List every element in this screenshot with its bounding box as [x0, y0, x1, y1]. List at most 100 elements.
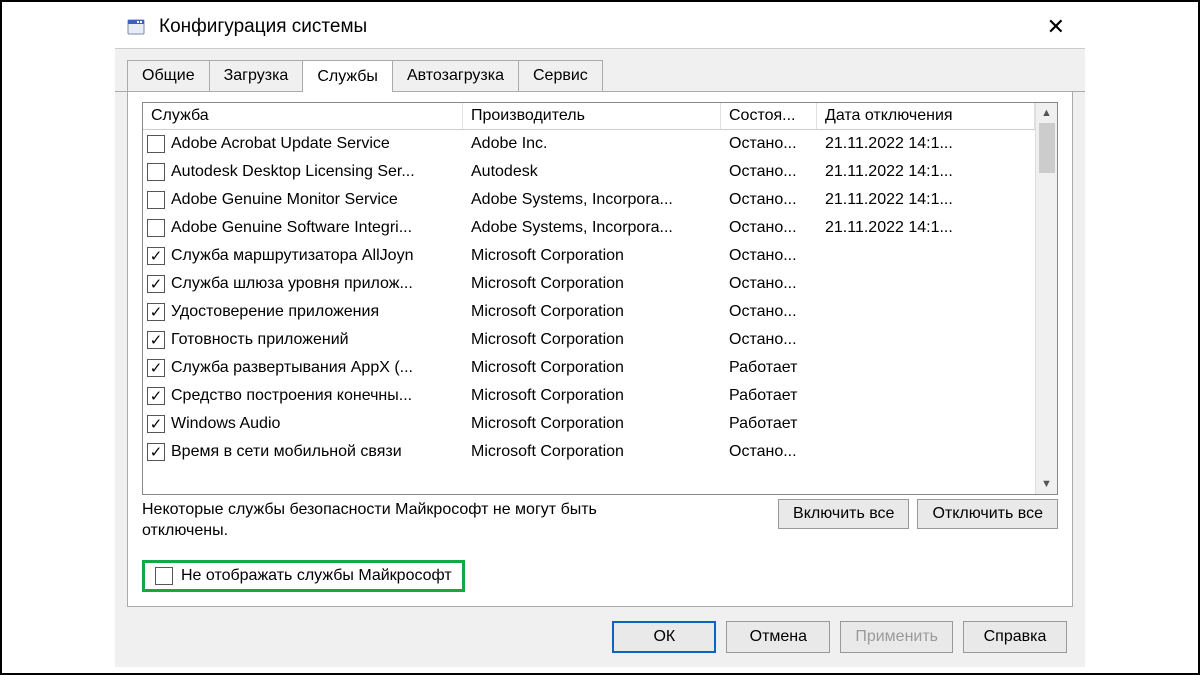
- date-cell: 21.11.2022 14:1...: [817, 217, 1035, 239]
- service-name: Средство построения конечны...: [171, 387, 412, 405]
- status-cell: Остано...: [721, 217, 817, 239]
- scroll-thumb[interactable]: [1039, 123, 1055, 173]
- service-name: Время в сети мобильной связи: [171, 443, 402, 461]
- tab-startup[interactable]: Автозагрузка: [392, 60, 519, 91]
- table-row[interactable]: Adobe Genuine Software Integri... Adobe S…: [143, 214, 1035, 242]
- service-name: Служба шлюза уровня прилож...: [171, 275, 413, 293]
- date-cell: [817, 282, 1035, 286]
- cancel-button[interactable]: Отмена: [726, 621, 830, 653]
- maker-cell: Microsoft Corporation: [463, 329, 721, 351]
- hide-microsoft-label: Не отображать службы Майкрософт: [181, 567, 452, 585]
- date-cell: 21.11.2022 14:1...: [817, 133, 1035, 155]
- maker-cell: Microsoft Corporation: [463, 245, 721, 267]
- table-row[interactable]: ✓Служба развертывания AppX (...Microsoft…: [143, 354, 1035, 382]
- date-cell: [817, 254, 1035, 258]
- date-cell: 21.11.2022 14:1...: [817, 189, 1035, 211]
- status-cell: Остано...: [721, 245, 817, 267]
- maker-cell: Microsoft Corporation: [463, 301, 721, 323]
- service-name: Adobe Genuine Software Integri...: [171, 219, 412, 237]
- close-button[interactable]: ✕: [1037, 14, 1075, 40]
- table-row[interactable]: ✓ Готовность приложений Microsoft Corporat…: [143, 326, 1035, 354]
- service-name: Adobe Genuine Monitor Service: [171, 191, 398, 209]
- service-name: Служба маршрутизатора AllJoyn: [171, 247, 413, 265]
- msconfig-window: Конфигурация системы ✕ Общие Загрузка Сл…: [115, 8, 1085, 667]
- row-checkbox[interactable]: ✓: [147, 443, 165, 461]
- maker-cell: Microsoft Corporation: [463, 385, 721, 407]
- table-row[interactable]: ✓Windows AudioMicrosoft CorporationРабот…: [143, 410, 1035, 438]
- apply-button[interactable]: Применить: [840, 621, 953, 653]
- status-cell: Остано...: [721, 441, 817, 463]
- status-cell: Работает: [721, 357, 817, 379]
- status-cell: Остано...: [721, 329, 817, 351]
- service-name: Autodesk Desktop Licensing Ser...: [171, 163, 415, 181]
- help-button[interactable]: Справка: [963, 621, 1067, 653]
- col-header-date[interactable]: Дата отключения: [817, 103, 1035, 129]
- row-checkbox[interactable]: ✓: [147, 247, 165, 265]
- row-checkbox[interactable]: [147, 163, 165, 181]
- table-row[interactable]: Autodesk Desktop Licensing Ser... Autodes…: [143, 158, 1035, 186]
- table-row[interactable]: ✓ Средство построения конечны... Microsoft…: [143, 382, 1035, 410]
- service-name: Готовность приложений: [171, 331, 349, 349]
- table-row[interactable]: ✓ Служба шлюза уровня прилож... Microsoft …: [143, 270, 1035, 298]
- tab-general[interactable]: Общие: [127, 60, 210, 91]
- row-checkbox[interactable]: [147, 191, 165, 209]
- row-checkbox[interactable]: [147, 135, 165, 153]
- app-icon: [125, 16, 147, 38]
- column-headers: Служба Производитель Состоя... Дата откл…: [143, 103, 1035, 130]
- date-cell: [817, 450, 1035, 454]
- status-cell: Остано...: [721, 273, 817, 295]
- date-cell: [817, 394, 1035, 398]
- tabstrip: Общие Загрузка Службы Автозагрузка Серви…: [115, 59, 1085, 92]
- service-name: Служба развертывания AppX (...: [171, 359, 413, 377]
- table-row[interactable]: ✓Время в сети мобильной связиMicrosoft C…: [143, 438, 1035, 466]
- table-row[interactable]: ✓ Удостоверение приложения Microsoft Corpo…: [143, 298, 1035, 326]
- row-checkbox[interactable]: ✓: [147, 275, 165, 293]
- service-name: Windows Audio: [171, 415, 280, 433]
- maker-cell: Autodesk: [463, 161, 721, 183]
- col-header-status[interactable]: Состоя...: [721, 103, 817, 129]
- ok-button[interactable]: ОК: [612, 621, 716, 653]
- maker-cell: Adobe Systems, Incorpora...: [463, 189, 721, 211]
- row-checkbox[interactable]: [147, 219, 165, 237]
- dialog-buttons: ОК Отмена Применить Справка: [115, 607, 1085, 667]
- scroll-down-icon[interactable]: ▼: [1036, 474, 1057, 494]
- hide-microsoft-checkbox[interactable]: Не отображать службы Майкрософт: [142, 560, 465, 592]
- maker-cell: Adobe Inc.: [463, 133, 721, 155]
- services-rows: Adobe Acrobat Update ServiceAdobe Inc.Ос…: [143, 130, 1035, 494]
- security-note: Некоторые службы безопасности Майкрософт…: [142, 499, 682, 542]
- scroll-up-icon[interactable]: ▲: [1036, 103, 1057, 123]
- tab-boot[interactable]: Загрузка: [209, 60, 304, 91]
- date-cell: 21.11.2022 14:1...: [817, 161, 1035, 183]
- vertical-scrollbar[interactable]: ▲ ▼: [1035, 103, 1057, 494]
- row-checkbox[interactable]: ✓: [147, 359, 165, 377]
- table-row[interactable]: Adobe Genuine Monitor Service Adobe Syste…: [143, 186, 1035, 214]
- checkbox-icon[interactable]: [155, 567, 173, 585]
- date-cell: [817, 422, 1035, 426]
- table-row[interactable]: ✓ Служба маршрутизатора AllJoyn Microsoft …: [143, 242, 1035, 270]
- disable-all-button[interactable]: Отключить все: [917, 499, 1058, 529]
- tab-content-services: Служба Производитель Состоя... Дата откл…: [127, 92, 1073, 607]
- date-cell: [817, 338, 1035, 342]
- service-name: Удостоверение приложения: [171, 303, 379, 321]
- row-checkbox[interactable]: ✓: [147, 387, 165, 405]
- maker-cell: Microsoft Corporation: [463, 413, 721, 435]
- row-checkbox[interactable]: ✓: [147, 331, 165, 349]
- enable-all-button[interactable]: Включить все: [778, 499, 909, 529]
- titlebar: Конфигурация системы ✕: [115, 8, 1085, 49]
- col-header-maker[interactable]: Производитель: [463, 103, 721, 129]
- status-cell: Остано...: [721, 189, 817, 211]
- window-title: Конфигурация системы: [159, 16, 1025, 38]
- row-checkbox[interactable]: ✓: [147, 303, 165, 321]
- tab-tools[interactable]: Сервис: [518, 60, 603, 91]
- status-cell: Остано...: [721, 133, 817, 155]
- row-checkbox[interactable]: ✓: [147, 415, 165, 433]
- services-listview: Служба Производитель Состоя... Дата откл…: [142, 102, 1058, 495]
- service-name: Adobe Acrobat Update Service: [171, 135, 390, 153]
- maker-cell: Adobe Systems, Incorpora...: [463, 217, 721, 239]
- maker-cell: Microsoft Corporation: [463, 273, 721, 295]
- tab-services[interactable]: Службы: [302, 60, 393, 92]
- status-cell: Работает: [721, 385, 817, 407]
- status-cell: Остано...: [721, 301, 817, 323]
- col-header-service[interactable]: Служба: [143, 103, 463, 129]
- table-row[interactable]: Adobe Acrobat Update Service Adobe Inc.Ос…: [143, 130, 1035, 158]
